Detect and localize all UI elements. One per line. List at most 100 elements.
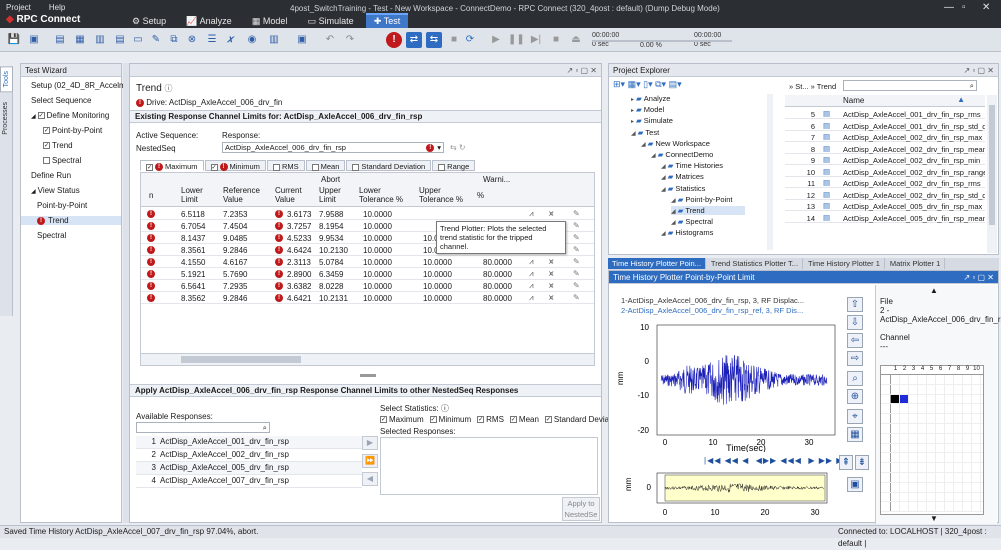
tool-icon[interactable]: ✎ <box>148 32 164 48</box>
square-icon[interactable]: ■ <box>446 32 462 48</box>
cell-lt[interactable]: 10.0000 <box>363 294 392 303</box>
tree-toggle-icon[interactable]: ◢ <box>671 198 676 204</box>
add-all-button[interactable]: ⏩ <box>362 454 378 468</box>
checkbox[interactable]: ✓ <box>380 416 387 424</box>
cell-lt[interactable]: 10.0000 <box>363 270 392 279</box>
matrix-cell[interactable] <box>909 472 918 482</box>
wizard-item[interactable]: Define Run <box>31 171 71 180</box>
info-icon[interactable]: ⓘ <box>165 84 173 93</box>
matrix-cell[interactable] <box>927 502 936 512</box>
cell-cur[interactable]: 3.6382 <box>287 282 311 291</box>
matrix-cell[interactable] <box>972 433 981 443</box>
stat-checkbox[interactable]: ✓ Standard Deviatio <box>544 415 618 424</box>
wizard-item[interactable]: ✓ Point-by-Point <box>43 126 102 135</box>
matrix-cell[interactable] <box>891 394 900 404</box>
matrix-cell[interactable] <box>945 472 954 482</box>
matrix-cell[interactable] <box>900 463 909 472</box>
edit-icon[interactable]: ✎ <box>573 269 580 278</box>
matrix-row[interactable] <box>881 433 983 444</box>
edit-icon[interactable]: ✎ <box>573 293 580 302</box>
grid-icon[interactable]: ▤ <box>52 32 68 48</box>
matrix-cell[interactable] <box>927 463 936 472</box>
wizard-item[interactable]: ◢ View Status <box>31 186 80 195</box>
tree-toggle-icon[interactable]: ▸ <box>631 108 634 114</box>
matrix-cell[interactable] <box>936 433 945 443</box>
layout-icon[interactable]: ▤▾ <box>669 79 682 89</box>
layout-icon[interactable]: ▣ <box>294 32 310 48</box>
wizard-item[interactable]: Point-by-Point <box>37 201 87 210</box>
cell-lower[interactable]: 6.5641 <box>181 282 205 291</box>
matrix-cell[interactable] <box>954 453 963 463</box>
stat-tab[interactable]: Standard Deviation <box>346 160 432 171</box>
channel-matrix[interactable]: 1 2 3 4 5 6 7 8 9 10 <box>880 365 984 515</box>
matrix-cell[interactable] <box>900 433 909 443</box>
matrix-cell[interactable] <box>972 423 981 433</box>
matrix-cell[interactable] <box>963 375 972 384</box>
matrix-cell[interactable] <box>900 502 909 512</box>
folder-icon[interactable]: ▦▾ <box>628 79 641 89</box>
trend-plot-icon[interactable]: ⩘ <box>529 257 534 267</box>
zoom-icon[interactable]: ⌕ <box>847 371 863 386</box>
minimize-icon[interactable]: — <box>944 2 954 13</box>
stats-info-icon[interactable]: ⓘ <box>441 404 449 413</box>
wizard-item[interactable]: Spectral <box>37 231 66 240</box>
wizard-item[interactable]: ◢ ✓ Define Monitoring <box>31 111 109 120</box>
matrix-cell[interactable] <box>945 423 954 433</box>
file-row[interactable]: 6 ▤ ActDisp_AxleAccel_001_drv_fin_rsp_std_… <box>785 120 985 131</box>
matrix-cell[interactable] <box>909 394 918 404</box>
save-icon[interactable]: 💾 <box>6 32 22 48</box>
matrix-cell[interactable] <box>936 404 945 414</box>
matrix-cell[interactable] <box>909 375 918 384</box>
matrix-cell[interactable] <box>954 472 963 482</box>
cell-ut[interactable]: 10.0000 <box>423 282 452 291</box>
tree-item[interactable]: ◢ ▰ Spectral <box>671 217 713 226</box>
matrix-row[interactable] <box>881 394 983 405</box>
stat-tab[interactable]: Mean <box>305 160 346 171</box>
stop-circle-icon[interactable]: ⊗ <box>184 32 200 48</box>
cell-ref[interactable]: 5.7690 <box>223 270 247 279</box>
plot-nav-controls[interactable]: |◀◀ ◀◀ ◀ ◀▶▶ ◀◀◀ ▶ ▶▶ ▶▶| <box>704 456 854 465</box>
export-icon[interactable]: ▣ <box>847 477 863 492</box>
matrix-row[interactable] <box>881 472 983 483</box>
matrix-cell[interactable] <box>900 375 909 384</box>
tab-checkbox[interactable] <box>438 163 446 171</box>
close-icon[interactable]: ✕ <box>982 2 990 13</box>
main-plot[interactable]: 10 0 -10 -20 mm 0 10 20 30 Time(sec) <box>613 317 841 452</box>
up-arrow-icon[interactable]: ▲ <box>930 286 938 295</box>
matrix-cell[interactable] <box>972 463 981 472</box>
matrix-cell[interactable] <box>936 384 945 394</box>
matrix-cell[interactable] <box>936 443 945 453</box>
tree-item[interactable]: ◢ ▰ ConnectDemo <box>651 150 713 159</box>
alert-icon[interactable]: ! <box>386 32 402 48</box>
refresh-icon[interactable]: ⟳ <box>462 32 478 48</box>
move-right-icon[interactable]: ⇨ <box>847 351 863 366</box>
tree-toggle-icon[interactable]: ◢ <box>631 131 636 137</box>
matrix-cell[interactable] <box>900 384 909 394</box>
cell-ref[interactable]: 9.2846 <box>223 246 247 255</box>
matrix-cell[interactable] <box>972 472 981 482</box>
matrix-cell[interactable] <box>891 502 900 512</box>
cell-upper[interactable]: 6.3459 <box>319 270 343 279</box>
cell-ut[interactable]: 10.0000 <box>423 258 452 267</box>
checkbox[interactable]: ✓ <box>544 416 552 424</box>
cell-lt[interactable]: 10.0000 <box>363 234 392 243</box>
matrix-cell[interactable] <box>909 423 918 433</box>
matrix-cell[interactable] <box>954 423 963 433</box>
matrix-cell[interactable] <box>954 375 963 384</box>
collapse-icon[interactable]: ⇞ <box>839 455 853 470</box>
add-one-button[interactable]: ▶ <box>362 436 378 450</box>
trend-plot-icon[interactable]: ⩘ <box>529 293 534 303</box>
options-icon[interactable]: ☰ <box>204 32 220 48</box>
tree-item[interactable]: ◢ ▰ Trend <box>671 206 745 215</box>
matrix-cell[interactable] <box>918 414 927 423</box>
cell-cur[interactable]: 4.6424 <box>287 246 311 255</box>
cell-w[interactable]: 80.0000 <box>483 282 512 291</box>
cell-ut[interactable]: 10.0000 <box>423 270 452 279</box>
edit-icon[interactable]: ✎ <box>573 233 580 242</box>
matrix-cell[interactable] <box>954 482 963 492</box>
matrix-cell[interactable] <box>918 394 927 404</box>
trend-plotter-icon[interactable]: ⩙ <box>549 293 554 303</box>
cell-cur[interactable]: 3.6173 <box>287 210 311 219</box>
matrix-cell[interactable] <box>945 482 954 492</box>
list-item[interactable]: 4 ActDisp_AxleAccel_007_drv_fin_rsp <box>136 475 362 488</box>
